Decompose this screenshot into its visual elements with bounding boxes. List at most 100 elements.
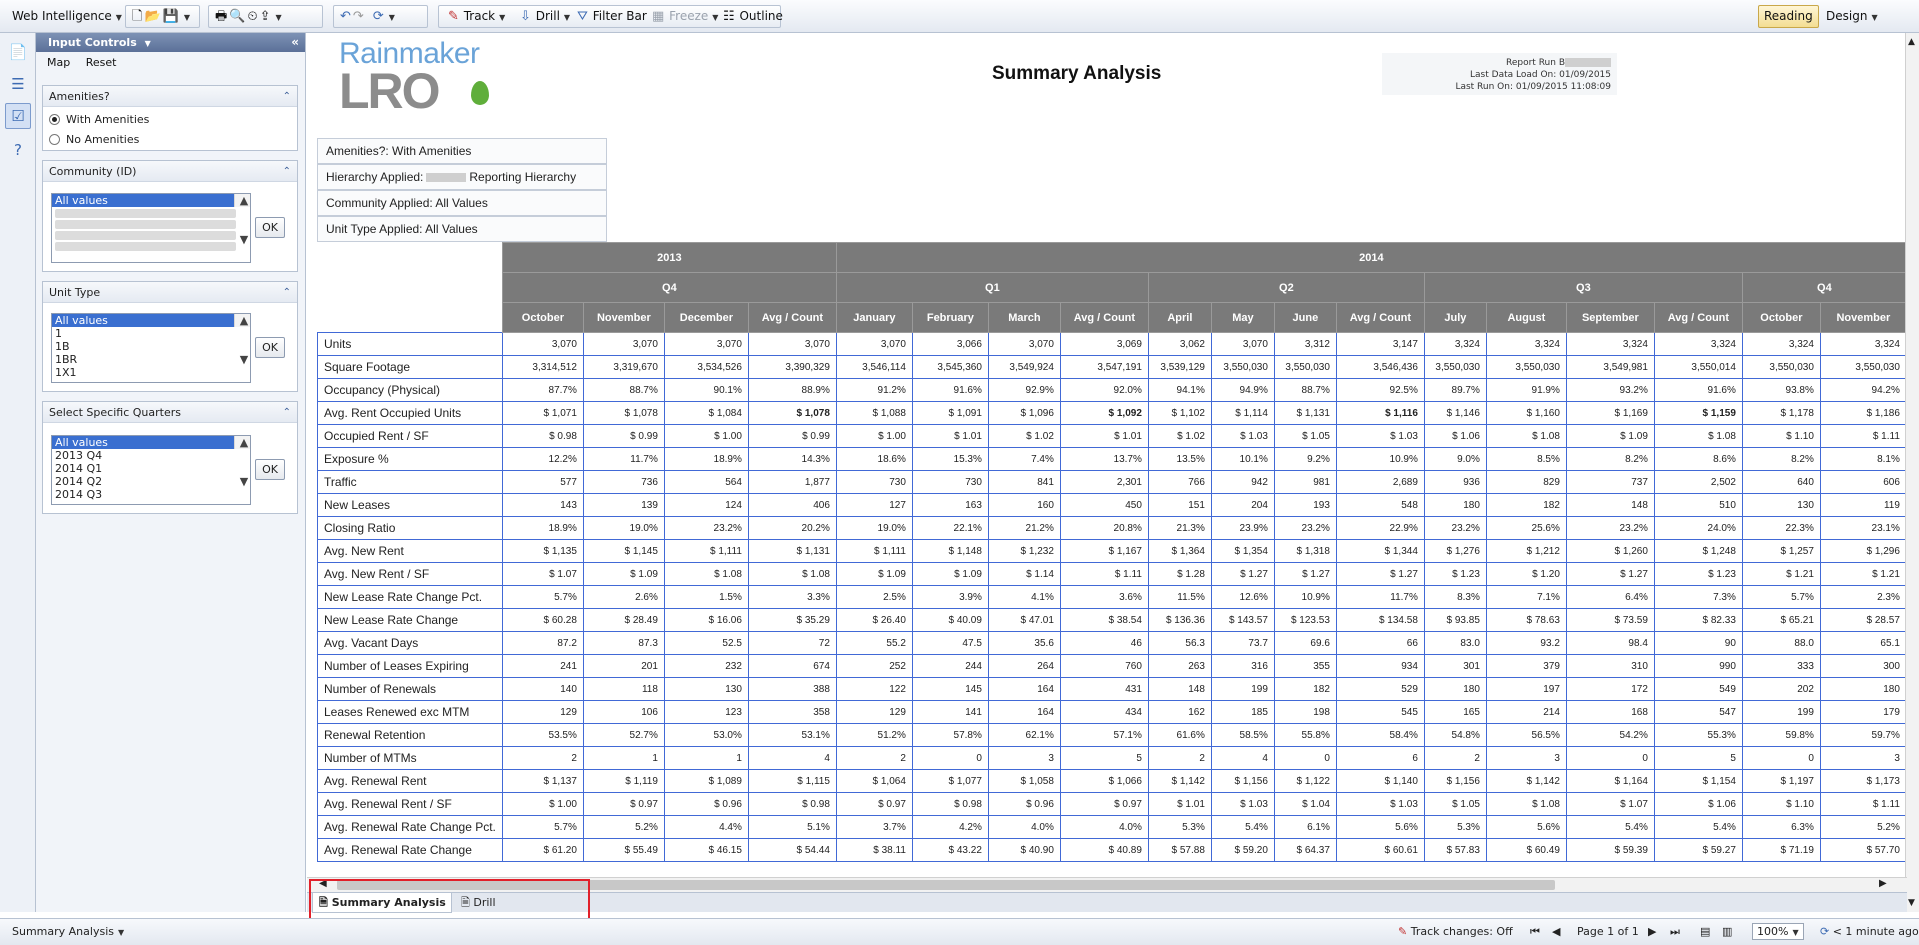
list-item[interactable]: 2014 Q1 <box>52 462 250 475</box>
table-row: Avg. New Rent $ 1,135 $ 1,145 $ 1,111 $ 1,13… <box>317 539 1907 563</box>
collapse-caret-icon[interactable]: ⌃ <box>283 402 291 423</box>
vertical-scrollbar[interactable]: ▲ ▼ <box>1905 33 1919 912</box>
history-icon[interactable]: ⏲ <box>247 10 257 23</box>
list-item[interactable]: 2014 Q3 <box>52 488 250 501</box>
table-cell: 93.8% <box>1741 378 1821 402</box>
month-header[interactable]: Avg / Count <box>1335 302 1425 333</box>
radio-no-amenities[interactable]: No Amenities <box>49 133 139 146</box>
section-selector[interactable]: Summary Analysis ▼ <box>12 925 124 938</box>
save-icon[interactable]: 💾 <box>163 10 179 23</box>
unit-type-ok-button[interactable]: OK <box>255 337 285 358</box>
month-header[interactable]: December <box>663 302 749 333</box>
collapse-panel-icon[interactable]: « <box>291 33 299 52</box>
month-header[interactable]: May <box>1210 302 1275 333</box>
page-mode-icon[interactable]: ▤ <box>1700 925 1710 938</box>
track-changes-status[interactable]: ✎ Track changes: Off <box>1398 925 1513 938</box>
unit-type-control: Unit Type ⌃ All values 1 1B 1BR 1X1 ▲ ▼ O… <box>42 281 298 392</box>
month-header[interactable]: November <box>1819 302 1907 333</box>
month-header[interactable]: November <box>582 302 665 333</box>
help-icon[interactable]: ? <box>5 137 31 163</box>
drill-button[interactable]: ⇩ Drill ▼ <box>513 5 576 28</box>
previous-page-icon[interactable]: ◀ <box>1552 925 1560 938</box>
design-mode-button[interactable]: Design ▼ <box>1820 5 1884 28</box>
track-button[interactable]: ✎ Track ▼ <box>441 5 511 28</box>
month-header[interactable]: October <box>501 302 584 333</box>
month-header[interactable]: July <box>1423 302 1487 333</box>
month-header[interactable]: Avg / Count <box>747 302 837 333</box>
export-icon[interactable]: ⇪ <box>260 10 271 23</box>
find-icon[interactable]: 🔍 <box>229 10 245 23</box>
quarter-header[interactable]: Q4 <box>1741 272 1907 303</box>
map-link[interactable]: Map <box>47 56 70 69</box>
quarters-ok-button[interactable]: OK <box>255 459 285 480</box>
table-cell: $ 1.20 <box>1485 562 1567 586</box>
list-item[interactable]: 1B <box>52 340 250 353</box>
list-item[interactable]: 2013 Q4 <box>52 449 250 462</box>
quick-display-icon[interactable]: ▥ <box>1722 925 1732 938</box>
table-cell: 53.5% <box>501 723 584 747</box>
listbox-scrollbar[interactable]: ▲ ▼ <box>234 194 250 246</box>
refresh-icon[interactable]: ⟳ <box>373 10 384 23</box>
reading-mode-button[interactable]: Reading <box>1758 5 1819 28</box>
page-indicator[interactable]: Page 1 of 1 <box>1577 925 1639 938</box>
scroll-up-icon[interactable]: ▲ <box>1908 37 1915 47</box>
month-header[interactable]: April <box>1147 302 1212 333</box>
year-header[interactable]: 2014 <box>835 242 1907 273</box>
listbox-scrollbar[interactable]: ▲ ▼ <box>234 314 250 366</box>
next-page-icon[interactable]: ▶ <box>1648 925 1656 938</box>
radio-with-amenities[interactable]: With Amenities <box>49 113 149 126</box>
first-page-icon[interactable]: ⏮ <box>1530 925 1540 939</box>
month-header[interactable]: October <box>1741 302 1821 333</box>
month-header[interactable]: Avg / Count <box>1653 302 1743 333</box>
quarter-header[interactable]: Q2 <box>1147 272 1425 303</box>
list-item[interactable]: 1 <box>52 327 250 340</box>
month-header[interactable]: August <box>1485 302 1567 333</box>
print-icon[interactable]: 🖶 <box>215 10 227 23</box>
input-controls-icon[interactable]: ☑ <box>5 103 31 129</box>
zoom-select[interactable]: 100% ▼ <box>1752 923 1804 940</box>
year-header[interactable]: 2013 <box>501 242 837 273</box>
app-menu-button[interactable]: Web Intelligence ▼ <box>6 5 128 28</box>
community-listbox[interactable]: All values ▲ ▼ <box>51 193 251 263</box>
quarter-header[interactable]: Q1 <box>835 272 1149 303</box>
month-header[interactable]: February <box>911 302 989 333</box>
month-header[interactable]: January <box>835 302 913 333</box>
list-item[interactable]: All values <box>52 314 250 327</box>
list-item[interactable]: 1BR <box>52 353 250 366</box>
unit-type-listbox[interactable]: All values 1 1B 1BR 1X1 ▲ ▼ <box>51 313 251 383</box>
list-item[interactable]: All values <box>52 436 250 449</box>
list-item[interactable]: 2014 Q2 <box>52 475 250 488</box>
new-document-icon[interactable]: 🗋 <box>132 10 142 23</box>
scroll-down-icon[interactable]: ▼ <box>1908 898 1915 908</box>
last-page-icon[interactable]: ⏭ <box>1670 925 1680 939</box>
quarter-header[interactable]: Q3 <box>1423 272 1743 303</box>
table-cell: $ 1,212 <box>1485 539 1567 563</box>
redo-icon[interactable]: ↷ <box>353 10 364 23</box>
panel-header[interactable]: Input Controls ▼ « <box>36 33 305 52</box>
table-cell: $ 26.40 <box>835 608 913 632</box>
filter-bar-button[interactable]: ⛛ Filter Bar <box>570 5 653 28</box>
table-cell: 165 <box>1423 700 1487 724</box>
outline-button[interactable]: ☷ Outline <box>716 5 789 28</box>
collapse-caret-icon[interactable]: ⌃ <box>283 86 291 107</box>
main-toolbar: Web Intelligence ▼ 🗋 📂 💾 ▼ 🖶 🔍 ⏲ ⇪ ▼ ↶ ↷ ⟳ ▼ ✎ Trac… <box>0 0 1919 33</box>
scroll-right-icon[interactable]: ▶ <box>1879 878 1887 889</box>
community-ok-button[interactable]: OK <box>255 217 285 238</box>
open-folder-icon[interactable]: 📂 <box>144 10 160 23</box>
list-item[interactable]: 1X1 <box>52 366 250 379</box>
document-summary-icon[interactable]: 📄 <box>5 39 31 65</box>
month-header[interactable]: September <box>1565 302 1655 333</box>
collapse-caret-icon[interactable]: ⌃ <box>283 282 291 303</box>
navigation-map-icon[interactable]: ☰ <box>5 71 31 97</box>
collapse-caret-icon[interactable]: ⌃ <box>283 161 291 182</box>
quarters-listbox[interactable]: All values 2013 Q4 2014 Q1 2014 Q2 2014 … <box>51 435 251 505</box>
quarter-header[interactable]: Q4 <box>501 272 837 303</box>
month-header[interactable]: March <box>987 302 1061 333</box>
list-item[interactable]: All values <box>52 194 250 207</box>
month-header[interactable]: Avg / Count <box>1059 302 1149 333</box>
freeze-button[interactable]: ▦ Freeze ▼ <box>645 5 724 28</box>
reset-link[interactable]: Reset <box>86 56 117 69</box>
month-header[interactable]: June <box>1273 302 1337 333</box>
undo-icon[interactable]: ↶ <box>340 10 351 23</box>
listbox-scrollbar[interactable]: ▲ ▼ <box>234 436 250 488</box>
